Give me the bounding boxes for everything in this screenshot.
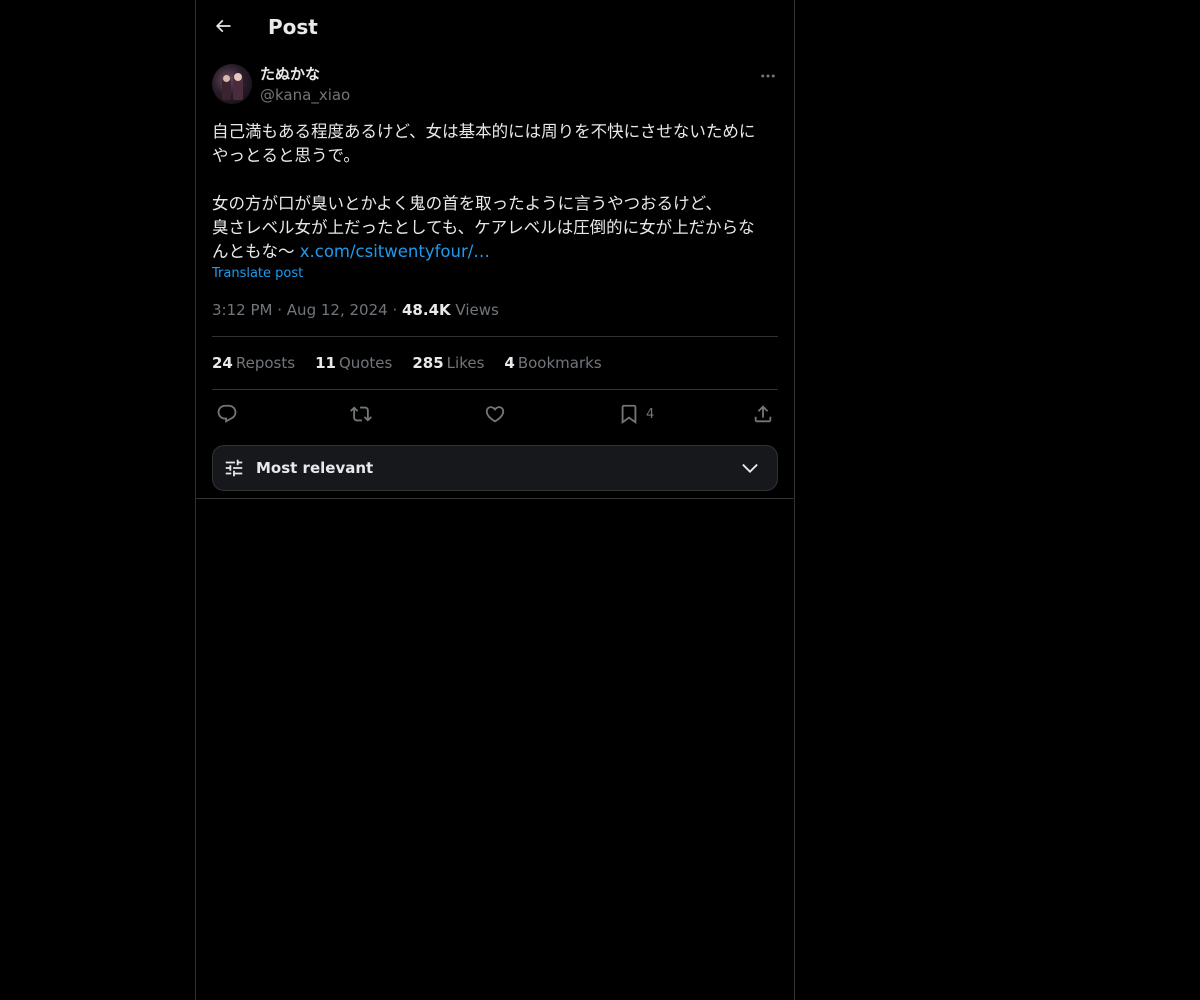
reply-button[interactable] bbox=[216, 400, 238, 428]
share-button[interactable] bbox=[752, 400, 774, 428]
divider bbox=[212, 336, 778, 337]
avatar[interactable] bbox=[212, 64, 252, 104]
likes-label: Likes bbox=[446, 354, 485, 372]
quotes-stat[interactable]: 11 Quotes bbox=[315, 353, 392, 373]
post-text-line: んともな〜 bbox=[212, 242, 300, 261]
meta-separator: · bbox=[277, 301, 283, 319]
more-icon bbox=[761, 74, 775, 78]
reply-icon bbox=[217, 404, 237, 423]
meta-separator: · bbox=[392, 301, 398, 319]
translate-post-link[interactable]: Translate post bbox=[212, 266, 303, 281]
likes-count: 285 bbox=[412, 354, 444, 372]
divider bbox=[196, 498, 794, 499]
action-bar: 4 bbox=[212, 400, 778, 428]
share-icon bbox=[754, 405, 772, 423]
bookmarks-label: Bookmarks bbox=[517, 354, 602, 372]
bookmark-button[interactable]: 4 bbox=[618, 400, 654, 428]
back-button[interactable] bbox=[208, 11, 238, 41]
likes-stat[interactable]: 285 Likes bbox=[412, 353, 484, 373]
post-text-line: 女の方が口が臭いとかよく鬼の首を取ったように言うやつおるけど、 bbox=[212, 194, 722, 213]
sort-label: Most relevant bbox=[256, 459, 374, 477]
like-button[interactable] bbox=[484, 400, 506, 428]
page-header: Post bbox=[196, 0, 794, 54]
repost-icon bbox=[350, 406, 372, 422]
views-label: Views bbox=[455, 301, 499, 319]
quotes-label: Quotes bbox=[338, 354, 393, 372]
reply-sort-dropdown[interactable]: Most relevant bbox=[212, 445, 778, 491]
tune-icon bbox=[225, 459, 243, 477]
bookmark-count: 4 bbox=[646, 406, 655, 422]
post-link[interactable]: x.com/csitwentyfour/… bbox=[300, 242, 490, 261]
post-text-line: 自己満もある程度あるけど、女は基本的には周りを不快にさせないために bbox=[212, 122, 756, 141]
engagement-stats: 24 Reposts 11 Quotes 285 Likes 4 Bookmarks bbox=[212, 353, 602, 373]
reposts-label: Reposts bbox=[235, 354, 296, 372]
arrow-left-icon bbox=[215, 19, 231, 33]
author-block: たぬかな @kana_xiao bbox=[260, 64, 350, 106]
heart-icon bbox=[485, 406, 505, 423]
author-display-name[interactable]: たぬかな bbox=[260, 64, 350, 84]
reposts-stat[interactable]: 24 Reposts bbox=[212, 353, 295, 373]
repost-button[interactable] bbox=[350, 400, 372, 428]
post-text-line: 臭さレベル女が上だったとしても、ケアレベルは圧倒的に女が上だからな bbox=[212, 218, 755, 237]
post-text-line: やっとると思うで。 bbox=[212, 146, 360, 165]
post-text: 自己満もある程度あるけど、女は基本的には周りを不快にさせないために やっとると思… bbox=[212, 120, 778, 264]
divider bbox=[212, 389, 778, 390]
quotes-count: 11 bbox=[315, 354, 336, 372]
bookmark-icon bbox=[621, 404, 637, 425]
author-handle[interactable]: @kana_xiao bbox=[260, 84, 350, 106]
bookmarks-count: 4 bbox=[504, 354, 515, 372]
page-title: Post bbox=[268, 15, 318, 39]
bookmarks-stat[interactable]: 4 Bookmarks bbox=[504, 353, 601, 373]
views-count: 48.4K bbox=[402, 301, 451, 319]
post-time[interactable]: 3:12 PM bbox=[212, 301, 272, 319]
primary-column: Post たぬかな @kana_xiao 自己満もある程度あるけど、女は基本的に… bbox=[195, 0, 795, 1000]
post-meta: 3:12 PM · Aug 12, 2024 · 48.4K Views bbox=[212, 300, 499, 320]
more-options-button[interactable] bbox=[758, 66, 778, 86]
chevron-down-icon bbox=[742, 463, 758, 473]
post-date[interactable]: Aug 12, 2024 bbox=[287, 301, 388, 319]
reposts-count: 24 bbox=[212, 354, 233, 372]
